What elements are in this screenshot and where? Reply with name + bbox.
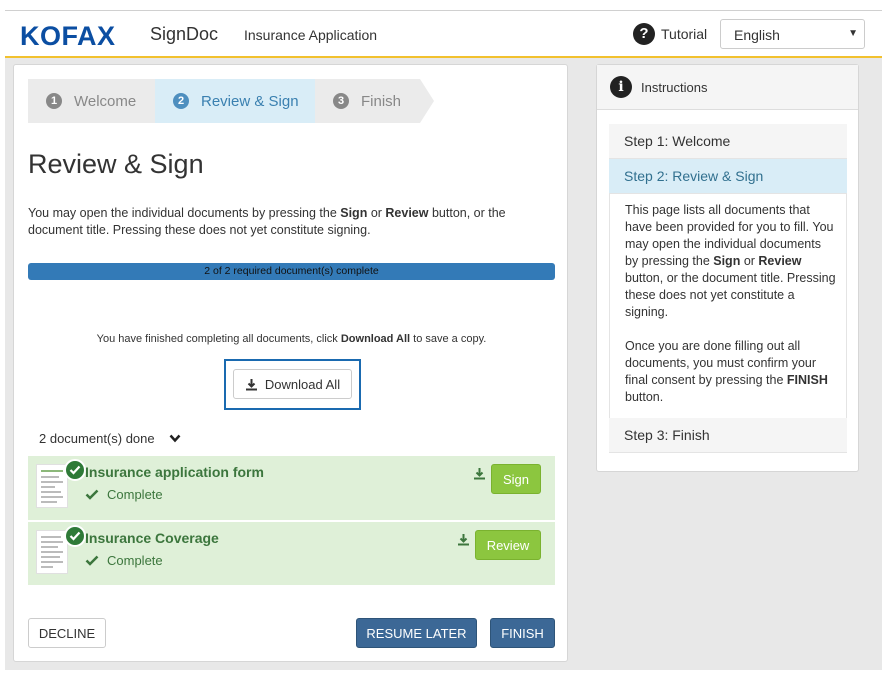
sign-button[interactable]: Sign — [491, 464, 541, 494]
top-bar: KOFAX SignDoc Insurance Application ? Tu… — [5, 11, 882, 58]
finish-label: FINISH — [501, 625, 544, 641]
instructions-header: i Instructions — [597, 65, 858, 110]
download-all-highlight: Download All — [224, 359, 361, 410]
caret-down-icon: ▼ — [848, 28, 858, 39]
review-button-label: Review — [486, 537, 530, 553]
intro-sign-word: Sign — [340, 206, 368, 220]
language-value: English — [734, 27, 780, 43]
check-icon — [85, 489, 99, 500]
progress-label: 2 of 2 required document(s) complete — [204, 265, 379, 277]
step-welcome: 1 Welcome — [28, 79, 155, 123]
intro-text-part: or — [367, 206, 386, 220]
info-icon: i — [610, 76, 632, 98]
documents-done-label: 2 document(s) done — [39, 431, 155, 446]
document-row: Insurance Coverage Complete Review — [28, 521, 555, 585]
finished-message: You have finished completing all documen… — [28, 333, 555, 345]
progress-bar: 2 of 2 required document(s) complete — [28, 263, 555, 280]
instruction-step-review-sign[interactable]: Step 2: Review & Sign — [609, 159, 847, 194]
resume-later-label: RESUME LATER — [366, 625, 467, 641]
check-circle-icon — [64, 525, 86, 547]
step-finish: 3 Finish — [315, 79, 420, 123]
download-icon[interactable] — [457, 533, 470, 546]
chevron-down-icon — [169, 434, 181, 443]
intro-review-word: Review — [385, 206, 429, 220]
page-title: Review & Sign — [28, 149, 204, 179]
instructions-title: Instructions — [641, 79, 708, 95]
download-all-button[interactable]: Download All — [233, 369, 352, 399]
finished-bold: Download All — [340, 333, 411, 345]
instruction-sign-word: Sign — [713, 254, 741, 268]
step-label: Welcome — [74, 92, 137, 110]
document-status: Complete — [85, 487, 163, 502]
documents-done-toggle[interactable]: 2 document(s) done — [39, 431, 181, 446]
intro-text-part: You may open the individual documents by… — [28, 206, 341, 220]
instruction-paragraph: Once you are done filling out all docume… — [625, 338, 836, 406]
instruction-text-part: button, or the document title. Pressing … — [625, 271, 836, 319]
step-review-sign: 2 Review & Sign — [155, 79, 315, 123]
kofax-logo: KOFAX — [20, 21, 116, 51]
instruction-text-part: button. — [625, 390, 664, 404]
intro-text: You may open the individual documents by… — [28, 205, 528, 239]
instruction-step-body: This page lists all documents that have … — [609, 194, 847, 418]
document-row: Insurance application form Complete Sign — [28, 456, 555, 520]
check-icon — [85, 555, 99, 566]
step-number: 2 — [173, 93, 189, 109]
instruction-review-word: Review — [758, 254, 802, 268]
finished-text-part: You have finished completing all documen… — [96, 333, 341, 345]
instructions-panel: i Instructions Step 1: Welcome Step 2: R… — [596, 64, 859, 472]
step-label: Review & Sign — [201, 92, 299, 110]
instruction-finish-word: FINISH — [786, 373, 828, 387]
finish-button[interactable]: FINISH — [490, 618, 555, 648]
review-button[interactable]: Review — [475, 530, 541, 560]
instructions-steps: Step 1: Welcome Step 2: Review & Sign Th… — [609, 124, 847, 453]
check-circle-icon — [64, 459, 86, 481]
decline-button[interactable]: DECLINE — [28, 618, 106, 648]
step-number: 3 — [333, 93, 349, 109]
instruction-step-welcome[interactable]: Step 1: Welcome — [609, 124, 847, 159]
document-status: Complete — [85, 553, 163, 568]
finished-text-part: to save a copy. — [410, 333, 487, 345]
instruction-paragraph: This page lists all documents that have … — [625, 202, 836, 321]
product-name: SignDoc — [150, 24, 219, 44]
step-number: 1 — [46, 93, 62, 109]
document-title-link[interactable]: Insurance Coverage — [85, 530, 219, 546]
language-select[interactable]: English ▼ — [720, 19, 865, 49]
download-icon — [245, 378, 257, 390]
decline-label: DECLINE — [38, 625, 96, 641]
document-title-link[interactable]: Insurance application form — [85, 464, 264, 480]
resume-later-button[interactable]: RESUME LATER — [356, 618, 477, 648]
download-icon[interactable] — [473, 467, 486, 480]
document-status-label: Complete — [107, 487, 163, 502]
sign-button-label: Sign — [502, 471, 530, 487]
app-name: Insurance Application — [244, 27, 378, 43]
tutorial-link[interactable]: Tutorial — [661, 26, 707, 42]
step-label: Finish — [361, 92, 402, 110]
instruction-step-finish[interactable]: Step 3: Finish — [609, 418, 847, 453]
download-all-label: Download All — [264, 376, 341, 392]
question-icon[interactable]: ? — [633, 23, 655, 45]
step-arrow — [420, 79, 434, 123]
main-panel: 1 Welcome 2 Review & Sign 3 Finish Revie… — [13, 64, 568, 662]
step-wizard: 1 Welcome 2 Review & Sign 3 Finish — [28, 79, 448, 123]
document-status-label: Complete — [107, 553, 163, 568]
instruction-text-part: or — [740, 254, 759, 268]
